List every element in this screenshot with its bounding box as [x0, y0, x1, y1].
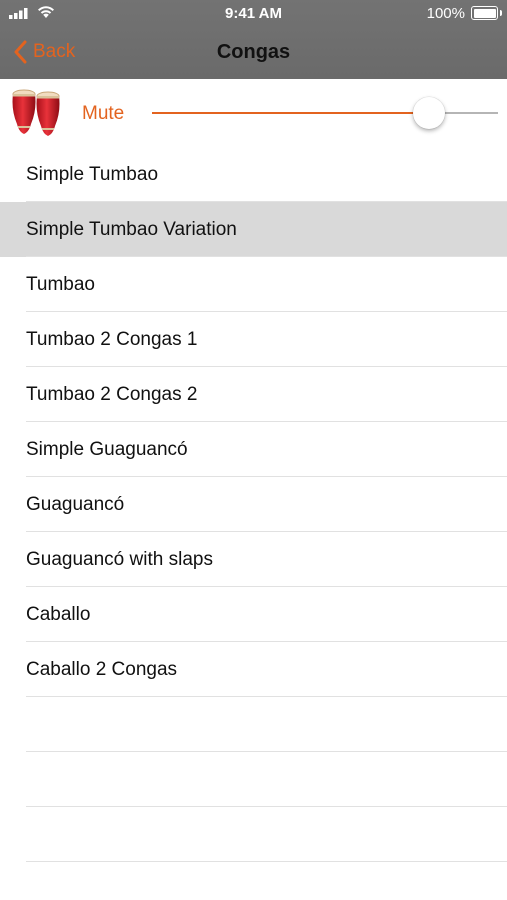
- rhythm-list-item[interactable]: Simple Tumbao Variation: [0, 202, 507, 257]
- row-divider: [26, 861, 507, 862]
- empty-list-row: [0, 752, 507, 807]
- rhythm-list-item[interactable]: Caballo: [0, 587, 507, 642]
- rhythm-list-item[interactable]: Simple Guaguancó: [0, 422, 507, 477]
- navigation-header: 9:41 AM 100% Back Congas: [0, 0, 507, 79]
- rhythm-label: Guaguancó with slaps: [26, 549, 213, 570]
- rhythm-list: Simple Tumbao Simple Tumbao Variation Tu…: [0, 147, 507, 862]
- rhythm-label: Caballo 2 Congas: [26, 659, 178, 680]
- rhythm-label: Simple Tumbao Variation: [26, 219, 237, 240]
- empty-list-row: [0, 807, 507, 862]
- volume-slider-thumb[interactable]: [412, 97, 445, 129]
- rhythm-label: Tumbao: [26, 274, 95, 295]
- rhythm-list-item[interactable]: Tumbao 2 Congas 2: [0, 367, 507, 422]
- rhythm-list-item[interactable]: Tumbao: [0, 257, 507, 312]
- instrument-controls: Mute: [0, 79, 507, 147]
- rhythm-label: Tumbao 2 Congas 2: [26, 384, 198, 405]
- rhythm-label: Caballo: [26, 604, 91, 625]
- rhythm-label: Guaguancó: [26, 494, 125, 515]
- volume-track-filled: [152, 112, 429, 114]
- status-bar: 9:41 AM 100%: [0, 0, 507, 28]
- volume-slider[interactable]: [152, 97, 498, 129]
- empty-list-row: [0, 697, 507, 752]
- rhythm-label: Simple Guaguancó: [26, 439, 188, 460]
- rhythm-list-item[interactable]: Caballo 2 Congas: [0, 642, 507, 697]
- rhythm-label: Tumbao 2 Congas 1: [26, 329, 198, 350]
- mute-button[interactable]: Mute: [82, 103, 124, 125]
- rhythm-list-item[interactable]: Tumbao 2 Congas 1: [0, 312, 507, 367]
- rhythm-list-item[interactable]: Guaguancó: [0, 477, 507, 532]
- battery-icon: [471, 6, 502, 20]
- rhythm-label: Simple Tumbao: [26, 164, 159, 185]
- battery-percentage: 100%: [426, 5, 465, 22]
- rhythm-list-item[interactable]: Guaguancó with slaps: [0, 532, 507, 587]
- rhythm-list-item[interactable]: Simple Tumbao: [0, 147, 507, 202]
- page-title: Congas: [216, 41, 291, 63]
- conga-drums-icon: [12, 89, 60, 136]
